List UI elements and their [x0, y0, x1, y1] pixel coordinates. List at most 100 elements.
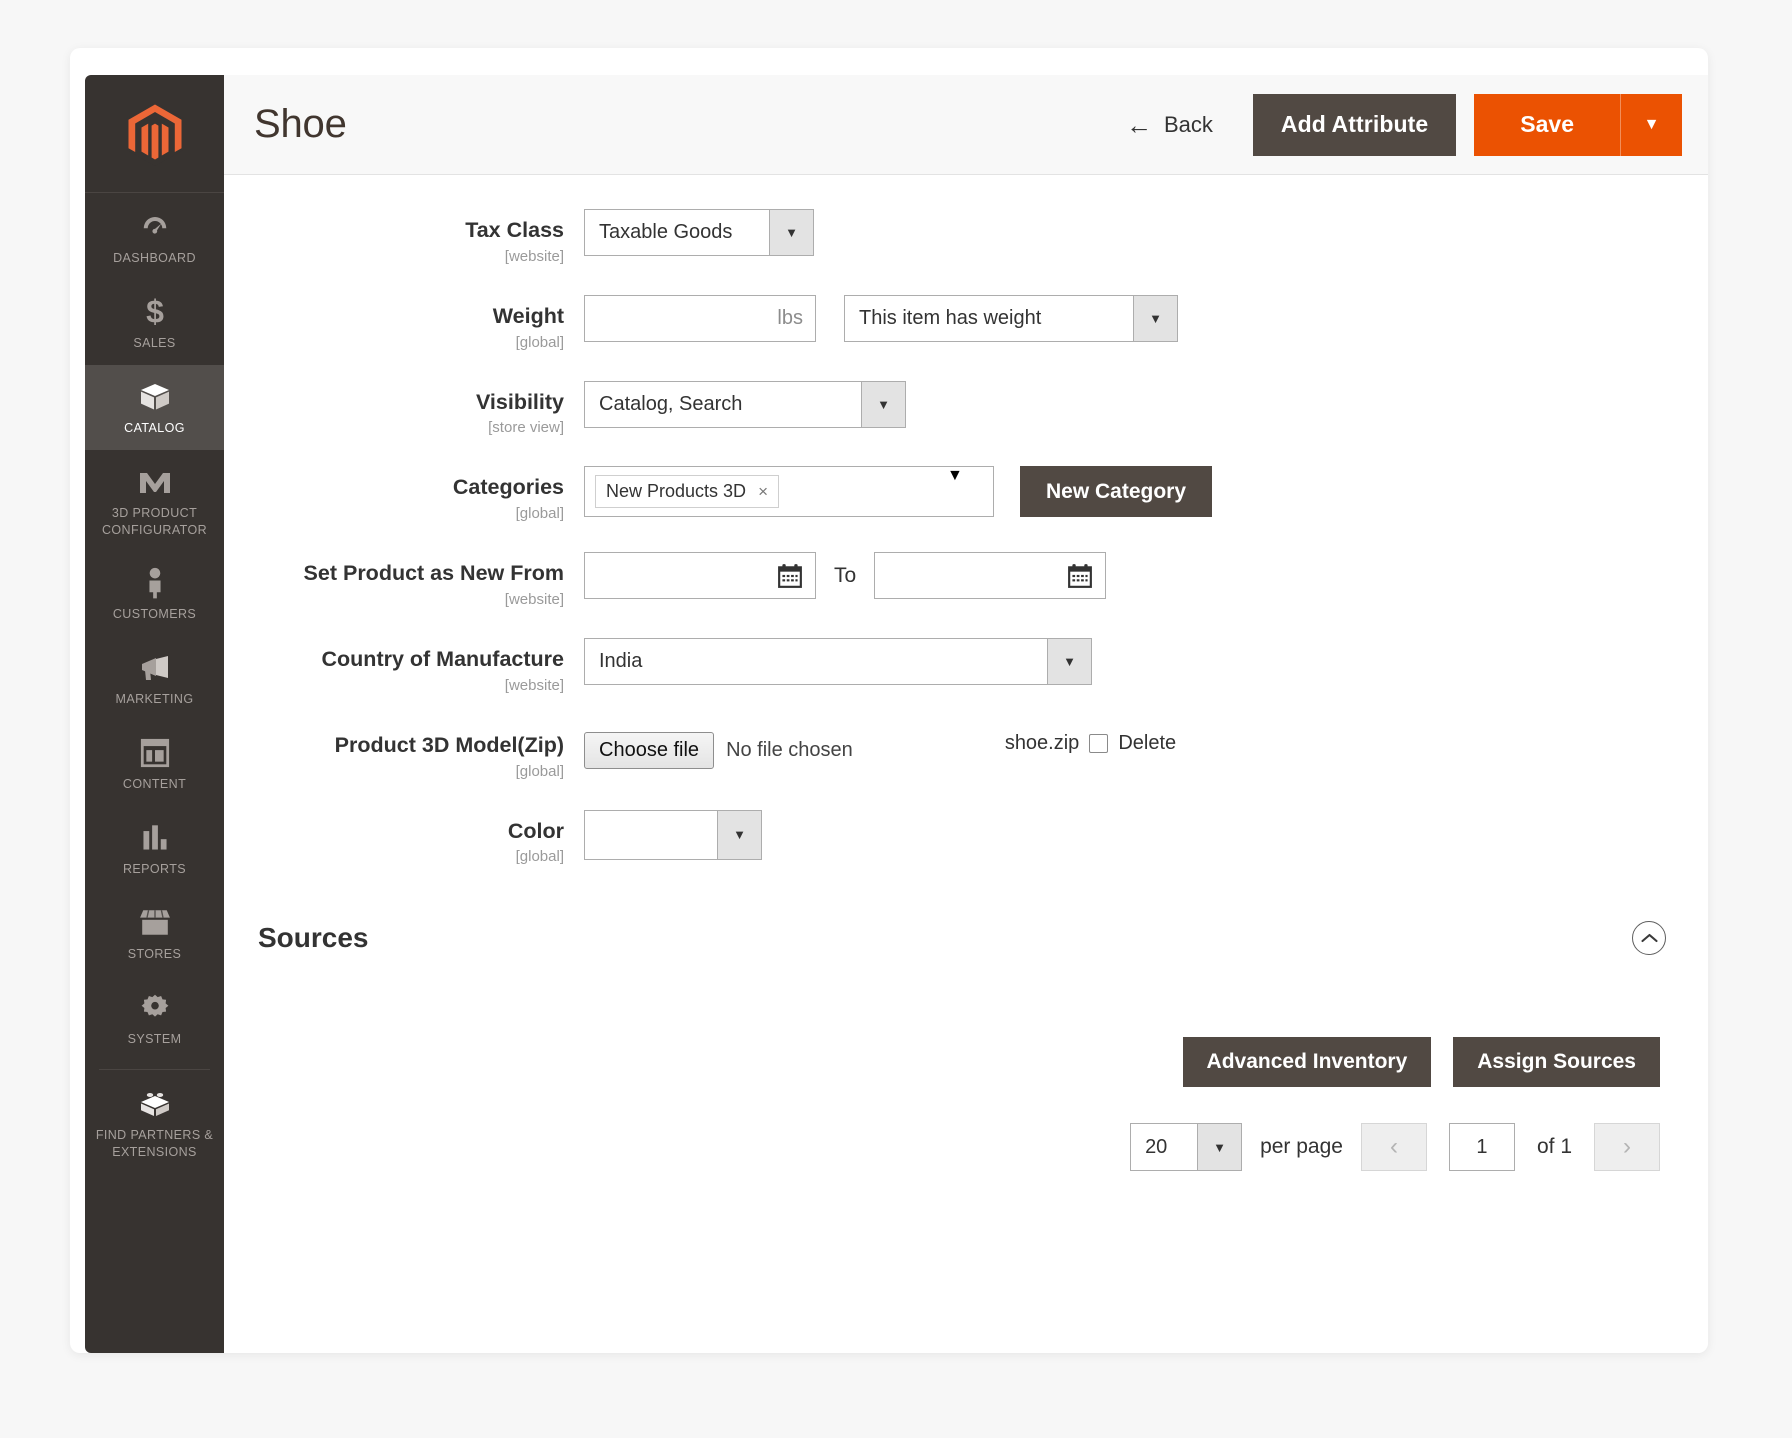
color-label-block: Color [global] — [224, 810, 584, 866]
page-header: Shoe ← Back Add Attribute Save ▼ — [224, 75, 1708, 175]
new-from-label-block: Set Product as New From [website] — [224, 552, 584, 608]
chevron-down-icon: ▼ — [861, 381, 905, 427]
add-attribute-button[interactable]: Add Attribute — [1252, 93, 1457, 156]
model-zip-label-block: Product 3D Model(Zip) [global] — [224, 724, 584, 780]
save-dropdown-caret-icon[interactable]: ▼ — [1620, 93, 1682, 156]
weight-input[interactable]: lbs — [584, 294, 816, 342]
field-row-set-product-as-new: Set Product as New From [website] To — [224, 552, 1708, 608]
tax-class-scope: [website] — [504, 247, 564, 265]
svg-text:$: $ — [146, 296, 164, 328]
country-label-block: Country of Manufacture [website] — [224, 638, 584, 694]
categories-chip-list: New Products 3D × — [585, 467, 907, 516]
category-chip[interactable]: New Products 3D × — [595, 475, 779, 509]
chevron-down-icon: ▼ — [947, 467, 963, 485]
sidebar-item-reports[interactable]: REPORTS — [85, 806, 224, 891]
chevron-down-icon: ▼ — [1047, 638, 1091, 684]
gear-icon — [140, 991, 170, 1025]
field-row-tax-class: Tax Class [website] Taxable Goods ▼ — [224, 209, 1708, 265]
person-icon — [143, 566, 167, 600]
weight-scope: [global] — [515, 333, 564, 351]
chevron-up-icon[interactable] — [1632, 921, 1666, 956]
sidebar-divider — [99, 1068, 210, 1070]
sources-title: Sources — [258, 922, 369, 954]
save-button[interactable]: Save — [1474, 93, 1620, 156]
save-split-button: Save ▼ — [1474, 93, 1682, 156]
magento-logo[interactable] — [85, 75, 224, 193]
sidebar-item-marketing[interactable]: MARKETING — [85, 636, 224, 721]
sidebar-item-system[interactable]: SYSTEM — [85, 976, 224, 1061]
category-chip-label: New Products 3D — [606, 481, 747, 502]
back-button[interactable]: ← Back — [1126, 112, 1213, 138]
sidebar-item-label: STORES — [127, 946, 182, 961]
existing-file-name: shoe.zip — [1004, 731, 1080, 754]
categories-multiselect[interactable]: New Products 3D × ▼ — [584, 466, 994, 518]
sidebar-item-dashboard[interactable]: DASHBOARD — [85, 195, 224, 280]
main-content: Shoe ← Back Add Attribute Save ▼ Tax Cla… — [224, 75, 1708, 1353]
visibility-control: Catalog, Search ▼ — [584, 380, 906, 428]
visibility-scope: [store view] — [488, 419, 564, 437]
sidebar-item-label: MARKETING — [115, 692, 194, 707]
megaphone-icon — [138, 651, 172, 685]
field-row-weight: Weight [global] lbs This item has weight… — [224, 294, 1708, 351]
header-actions: ← Back Add Attribute Save ▼ — [1126, 93, 1682, 156]
visibility-label-block: Visibility [store view] — [224, 381, 584, 437]
sidebar-nav-group: DASHBOARD $ SALES CATALOG 3D PRODUCT CON… — [85, 193, 224, 1173]
lego-brick-icon — [138, 1087, 172, 1121]
sidebar-item-label: CATALOG — [124, 420, 185, 435]
color-select[interactable]: ▼ — [584, 809, 762, 860]
visibility-label: Visibility — [475, 389, 564, 414]
new-from-label: Set Product as New From — [303, 561, 564, 586]
sidebar-item-label: 3D PRODUCT CONFIGURATOR — [101, 505, 208, 537]
visibility-select[interactable]: Catalog, Search ▼ — [584, 380, 906, 428]
country-control: India ▼ — [584, 637, 1092, 685]
advanced-inventory-button[interactable]: Advanced Inventory — [1182, 1037, 1432, 1088]
page-number-input[interactable]: 1 — [1448, 1123, 1515, 1172]
assign-sources-button[interactable]: Assign Sources — [1453, 1037, 1660, 1088]
sidebar-item-sales[interactable]: $ SALES — [85, 280, 224, 365]
country-label: Country of Manufacture — [321, 646, 564, 671]
sidebar-item-catalog[interactable]: CATALOG — [85, 364, 224, 450]
new-category-button[interactable]: New Category — [1020, 466, 1213, 518]
tax-class-select[interactable]: Taxable Goods ▼ — [584, 209, 814, 256]
close-icon[interactable]: × — [758, 482, 768, 502]
country-select[interactable]: India ▼ — [584, 637, 1092, 685]
calendar-icon[interactable] — [1067, 563, 1093, 589]
color-value — [585, 810, 613, 859]
sidebar-item-label: SYSTEM — [127, 1031, 182, 1046]
sidebar-item-find-partners-extensions[interactable]: FIND PARTNERS & EXTENSIONS — [85, 1072, 224, 1174]
sidebar-item-label: CUSTOMERS — [112, 607, 197, 622]
back-label: Back — [1163, 111, 1213, 137]
next-page-button[interactable]: › — [1594, 1123, 1660, 1172]
chevron-down-icon: ▼ — [1133, 295, 1177, 341]
field-row-visibility: Visibility [store view] Catalog, Search … — [224, 380, 1708, 437]
sidebar-item-content[interactable]: CONTENT — [85, 721, 224, 806]
sidebar-item-customers[interactable]: CUSTOMERS — [85, 551, 224, 636]
no-file-chosen-text: No file chosen — [726, 738, 853, 761]
sources-header: Sources — [242, 921, 1666, 956]
has-weight-select[interactable]: This item has weight ▼ — [844, 294, 1178, 342]
sidebar-item-label: FIND PARTNERS & EXTENSIONS — [95, 1127, 214, 1159]
sources-pagination: 20 ▼ per page ‹ 1 of 1 › — [242, 1123, 1666, 1172]
calendar-icon[interactable] — [777, 563, 803, 589]
file-upload-group: Choose file No file chosen — [584, 731, 853, 769]
admin-sidebar: DASHBOARD $ SALES CATALOG 3D PRODUCT CON… — [85, 75, 224, 1353]
to-label: To — [834, 564, 857, 588]
country-value: India — [585, 638, 657, 684]
weight-unit: lbs — [777, 306, 803, 329]
tax-class-control: Taxable Goods ▼ — [584, 209, 814, 256]
per-page-select[interactable]: 20 ▼ — [1130, 1123, 1243, 1172]
sidebar-item-stores[interactable]: STORES — [85, 891, 224, 976]
choose-file-button[interactable]: Choose file — [584, 731, 715, 769]
color-scope: [global] — [515, 848, 564, 866]
sources-action-buttons: Advanced Inventory Assign Sources — [242, 1037, 1666, 1088]
categories-control: New Products 3D × ▼ New Category — [584, 466, 1213, 518]
delete-file-checkbox[interactable] — [1089, 733, 1109, 753]
sidebar-item-3d-product-configurator[interactable]: 3D PRODUCT CONFIGURATOR — [85, 450, 224, 552]
new-to-date-input[interactable] — [874, 552, 1107, 600]
chevron-down-icon: ▼ — [717, 810, 761, 859]
previous-page-button[interactable]: ‹ — [1360, 1123, 1427, 1172]
chevron-down-icon: ▼ — [1197, 1124, 1242, 1171]
new-from-date-input[interactable] — [584, 552, 816, 600]
back-arrow-icon: ← — [1125, 109, 1152, 140]
sidebar-item-label: REPORTS — [123, 862, 186, 876]
